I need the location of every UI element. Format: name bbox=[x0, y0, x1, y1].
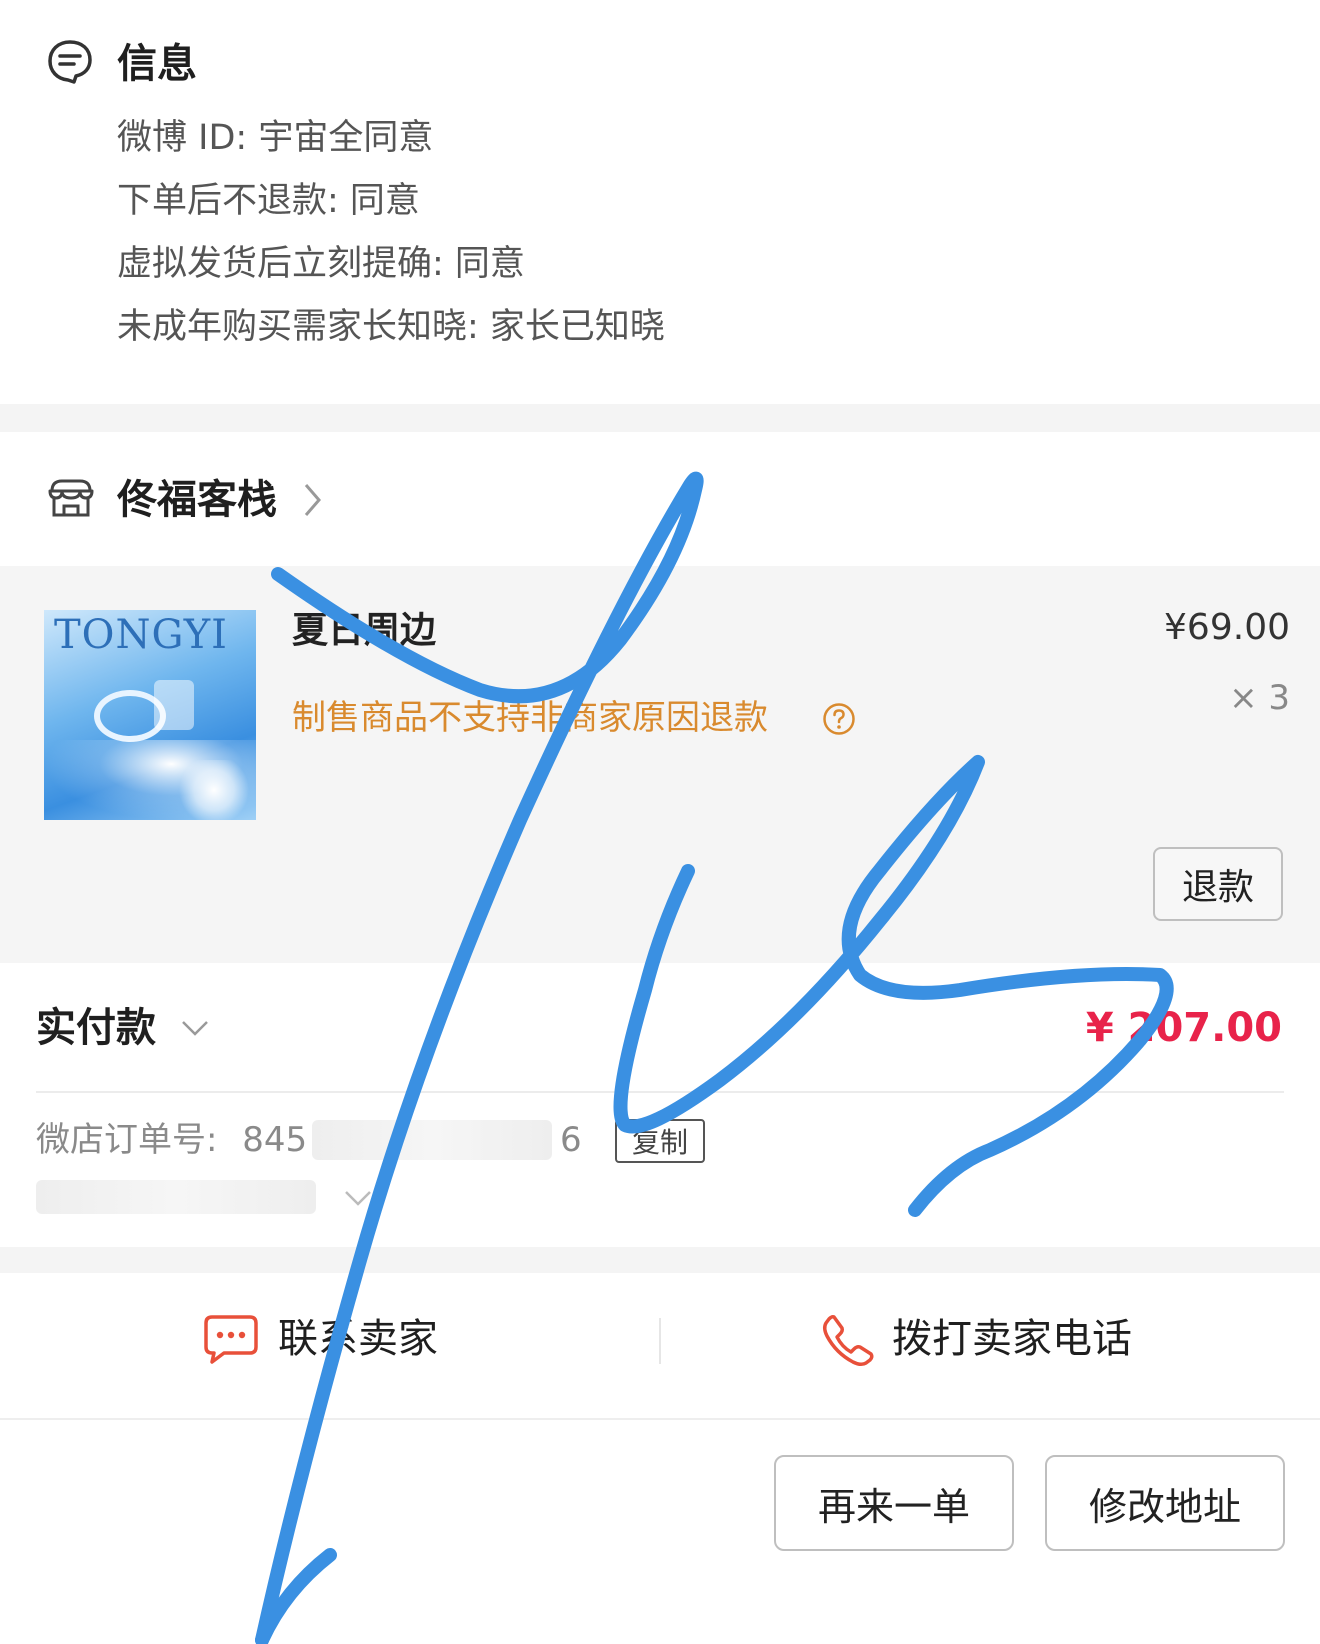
chevron-down-icon[interactable] bbox=[343, 1188, 373, 1208]
product-price: ¥69.00 bbox=[1164, 607, 1290, 648]
divider bbox=[659, 1318, 661, 1364]
divider bbox=[36, 1091, 1284, 1093]
edit-address-button[interactable]: 修改地址 bbox=[1045, 1455, 1285, 1551]
paid-amount-label[interactable]: 实付款 bbox=[36, 999, 156, 1057]
divider bbox=[0, 1418, 1320, 1420]
help-icon[interactable] bbox=[822, 702, 856, 736]
info-confirm-after-shipping: 虚拟发货后立刻提确: 同意 bbox=[117, 244, 525, 284]
shop-icon[interactable] bbox=[46, 475, 96, 521]
product-quantity: × 3 bbox=[1229, 678, 1290, 718]
order-label-text: 微店订单号: bbox=[36, 1120, 218, 1160]
info-icon bbox=[48, 40, 92, 84]
product-thumbnail[interactable]: TONGYI bbox=[44, 610, 256, 820]
reorder-button[interactable]: 再来一单 bbox=[774, 1455, 1014, 1551]
call-seller-button[interactable]: 拨打卖家电话 bbox=[892, 1310, 1132, 1368]
contact-seller-button[interactable]: 联系卖家 bbox=[278, 1310, 438, 1368]
phone-icon[interactable] bbox=[820, 1312, 876, 1368]
section-gap bbox=[0, 404, 1320, 432]
thumbnail-text: TONGYI bbox=[54, 612, 228, 658]
shop-name[interactable]: 佟福客栈 bbox=[117, 470, 277, 530]
section-gap bbox=[0, 1247, 1320, 1273]
order-number-label: 微店订单号: 845 bbox=[36, 1116, 307, 1164]
redacted-order-number bbox=[312, 1120, 552, 1160]
info-no-refund: 下单后不退款: 同意 bbox=[117, 181, 420, 221]
copy-button[interactable]: 复制 bbox=[615, 1119, 705, 1163]
refund-policy-note: 制售商品不支持非商家原因退款 bbox=[292, 698, 768, 738]
chevron-down-icon[interactable] bbox=[180, 1018, 210, 1038]
redacted-text bbox=[36, 1180, 316, 1214]
refund-button[interactable]: 退款 bbox=[1153, 847, 1283, 921]
paid-amount-value: ¥ 207.00 bbox=[1085, 1005, 1282, 1051]
chevron-right-icon[interactable] bbox=[302, 482, 322, 518]
order-number-end: 6 bbox=[560, 1120, 582, 1160]
info-weibo-id: 微博 ID: 宇宙全同意 bbox=[117, 118, 434, 158]
info-title: 信息 bbox=[117, 41, 197, 87]
chat-icon[interactable] bbox=[202, 1313, 260, 1365]
product-title[interactable]: 夏日周边 bbox=[292, 606, 436, 656]
order-number-start: 845 bbox=[242, 1120, 308, 1160]
info-minor-parent-consent: 未成年购买需家长知晓: 家长已知晓 bbox=[117, 307, 665, 347]
